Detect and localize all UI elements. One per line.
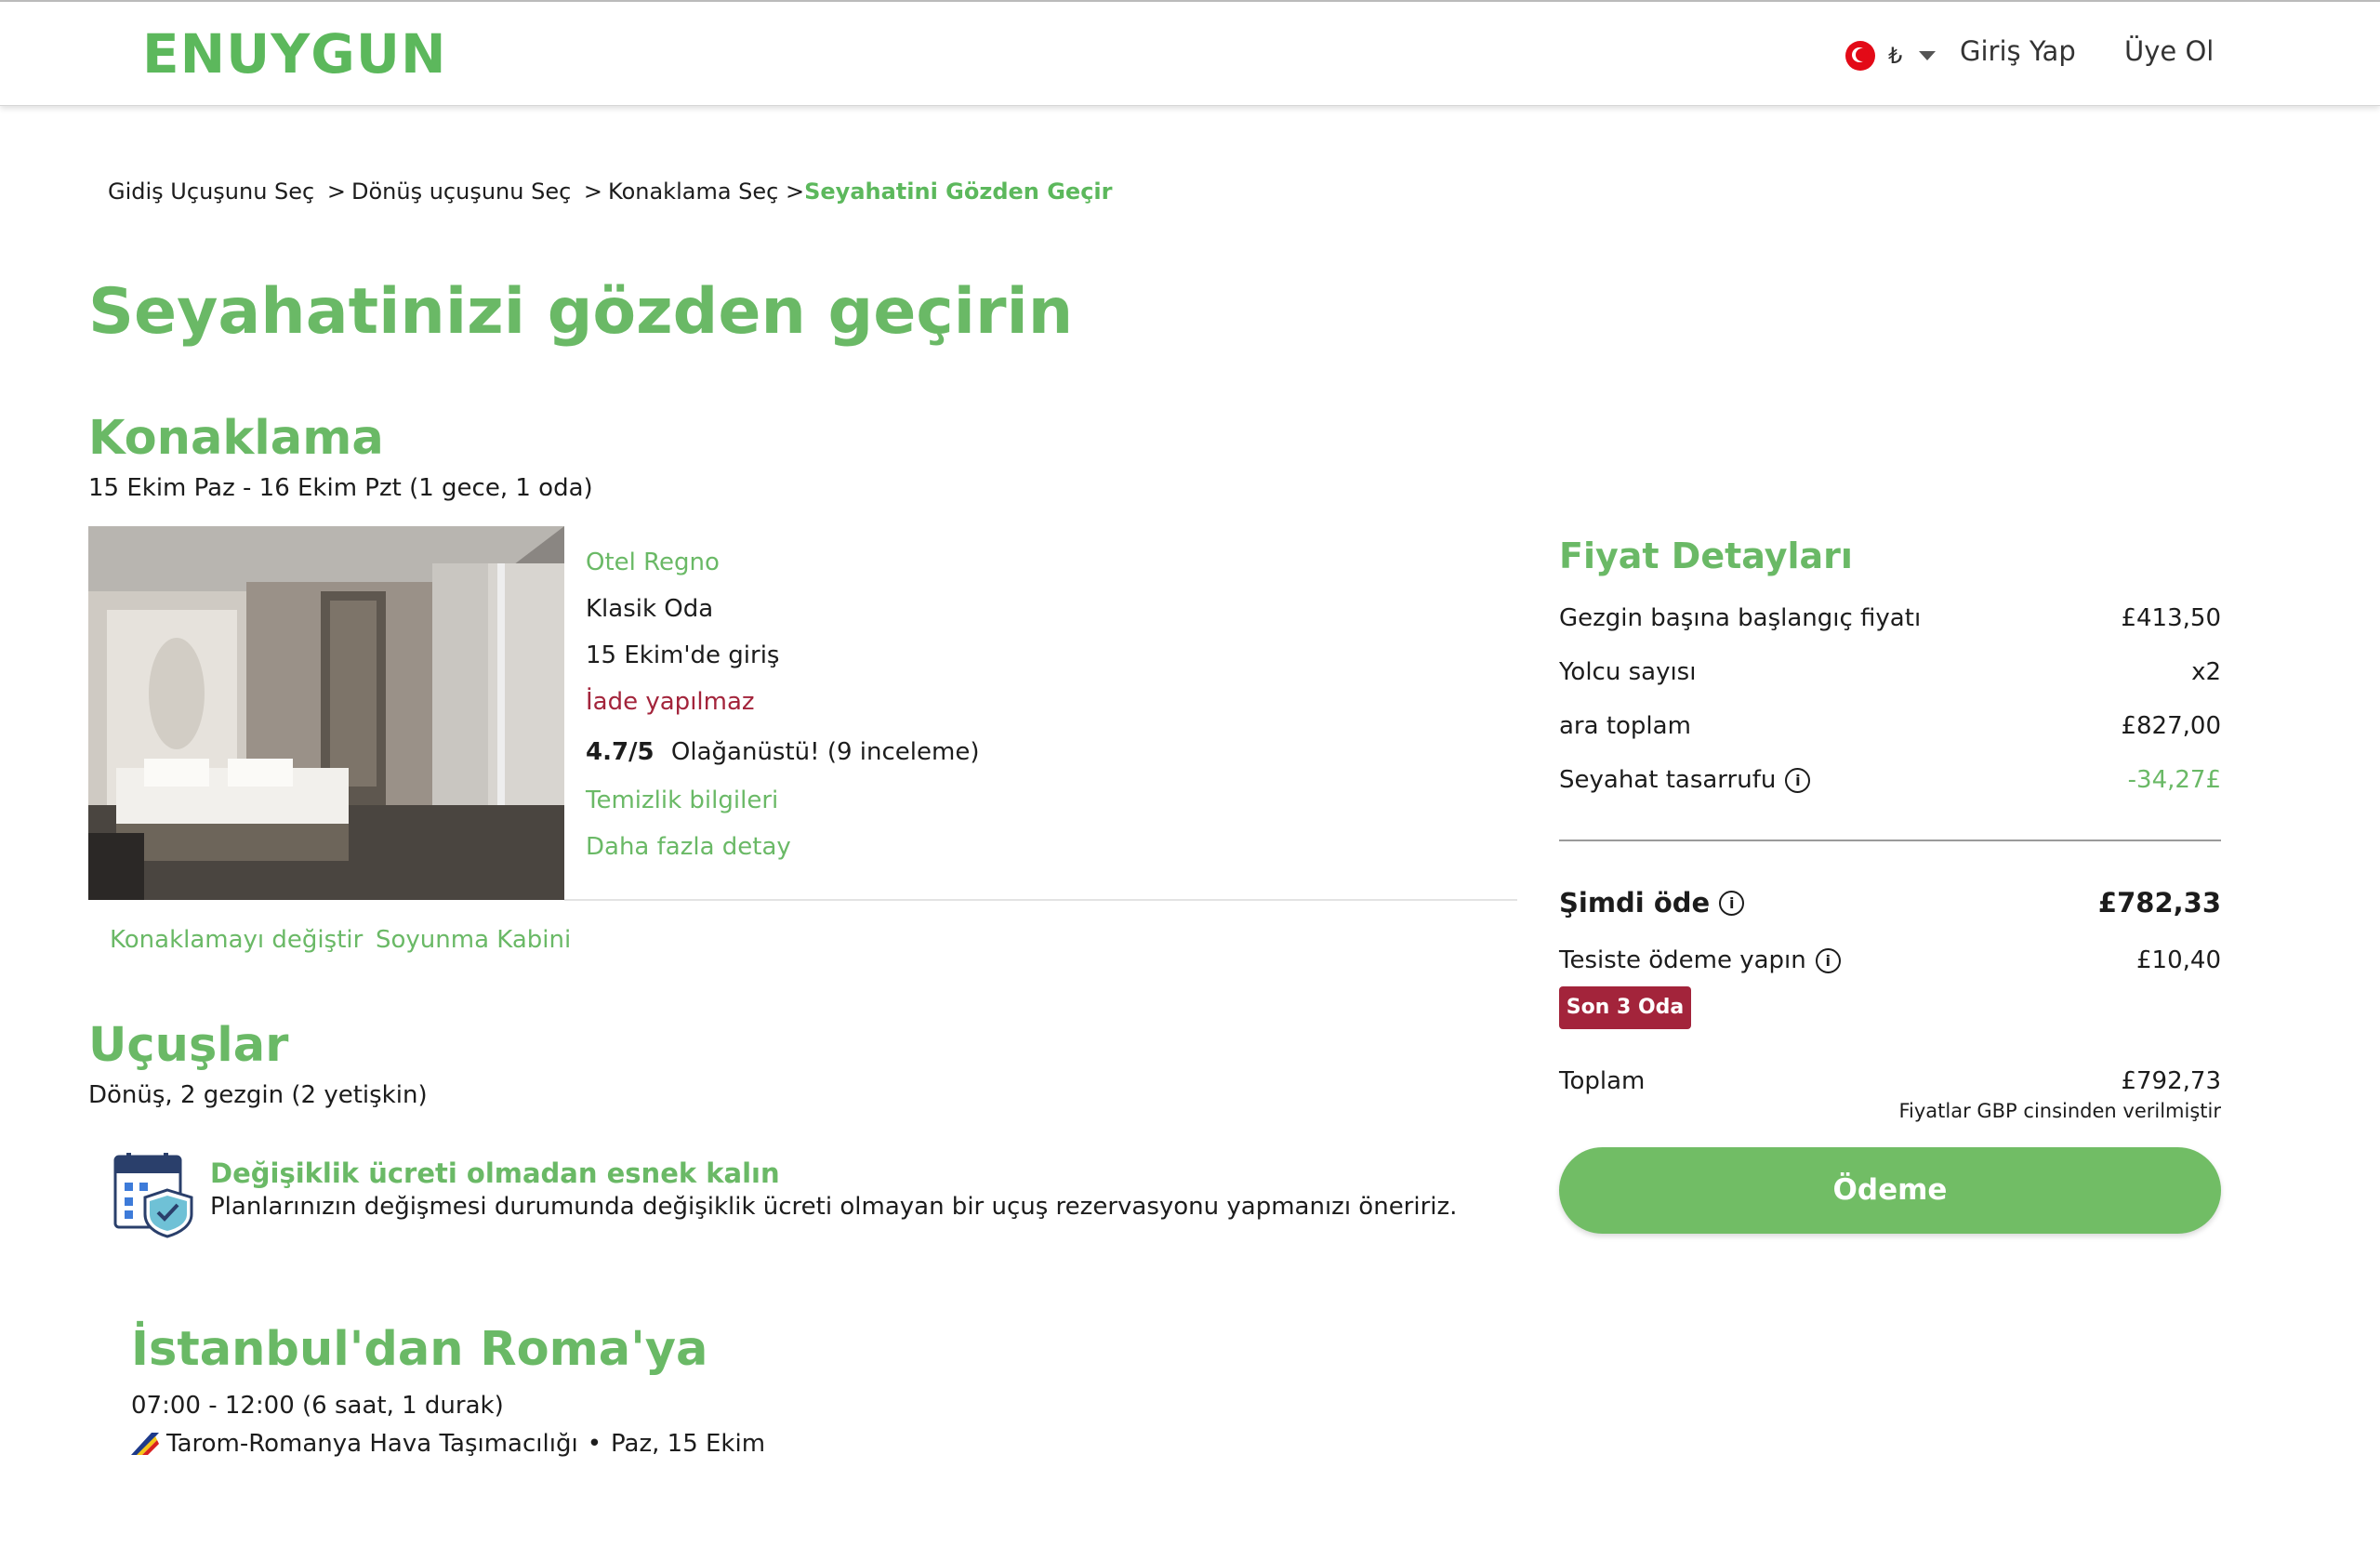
flex-notice-title: Değişiklik ücreti olmadan esnek kalın [210,1157,780,1189]
more-details-link[interactable]: Daha fazla detay [586,833,791,879]
accommodation-dates: 15 Ekim Paz - 16 Ekim Pzt (1 gece, 1 oda… [88,474,593,502]
hotel-room-photo[interactable] [88,526,564,900]
changing-room-link[interactable]: Soyunma Kabini [376,926,571,954]
breadcrumb-step-return[interactable]: Dönüş uçuşunu Seç [351,178,571,205]
language-currency-selector[interactable]: ₺ [1845,39,1937,73]
breadcrumb-step-review: Seyahatini Gözden Geçir [804,178,1113,205]
price-row-label: Yolcu sayısı [1559,658,1697,686]
price-row-label: ara toplam [1559,712,1691,740]
price-row-value: £413,50 [2121,604,2221,632]
page-title: Seyahatinizi gözden geçirin [88,275,1074,349]
rooms-left-badge: Son 3 Oda [1559,986,1691,1029]
flights-subtitle: Dönüş, 2 gezgin (2 yetişkin) [88,1081,428,1109]
turkey-flag-icon [1845,41,1875,71]
breadcrumb-separator: > [326,178,346,205]
checkin-date: 15 Ekim'de giriş [586,641,780,669]
currency-symbol: ₺ [1888,43,1903,69]
info-icon[interactable]: i [1815,947,1841,973]
total-value: £792,73 [2121,1067,2221,1095]
price-details-title: Fiyat Detayları [1559,536,1853,576]
info-icon[interactable]: i [1719,890,1745,916]
price-row-value: -34,27£ [2127,766,2221,794]
calendar-shield-icon [112,1153,197,1238]
airline-logo-icon [131,1433,159,1455]
flights-title: Uçuşlar [88,1018,289,1073]
flight-date: Paz, 15 Ekim [611,1430,766,1458]
rating-score: 4.7/5 [586,738,654,766]
breadcrumb: Gidiş Uçuşunu Seç > Dönüş uçuşunu Seç > Ko… [108,178,1112,205]
breadcrumb-separator: > [786,178,805,205]
price-row-value: £827,00 [2121,712,2221,740]
hotel-name[interactable]: Otel Regno [586,549,720,595]
cleaning-info-link[interactable]: Temizlik bilgileri [586,787,778,833]
breadcrumb-separator: > [583,178,603,205]
signup-link[interactable]: Üye Ol [2124,35,2214,67]
price-row-label: Seyahat tasarrufu [1559,766,1777,794]
site-logo[interactable]: ENUYGUN [142,22,447,86]
price-divider [1559,840,2221,841]
refund-policy: İade yapılmaz [586,688,755,716]
pay-now-label: Şimdi öde [1559,887,1711,919]
pay-now-value: £782,33 [2097,887,2221,919]
currency-note: Fiyatlar GBP cinsinden verilmiştir [1898,1100,2221,1122]
rating-text: Olağanüstü! (9 inceleme) [670,738,980,766]
bullet-separator: • [587,1430,602,1458]
site-header: ENUYGUN ₺ Giriş Yap Üye Ol [0,2,2380,106]
flex-notice-text: Planlarınızın değişmesi durumunda değişi… [210,1193,1458,1221]
room-type: Klasik Oda [586,595,714,623]
accommodation-divider [564,899,1517,901]
breadcrumb-step-outbound[interactable]: Gidiş Uçuşunu Seç [108,178,314,205]
login-link[interactable]: Giriş Yap [1960,35,2076,67]
chevron-down-icon [1919,51,1937,60]
price-row-value: x2 [2191,658,2221,686]
route-time: 07:00 - 12:00 (6 saat, 1 durak) [131,1392,504,1420]
price-row-label: Gezgin başına başlangıç fiyatı [1559,604,1922,632]
pay-at-property-value: £10,40 [2136,946,2221,974]
rating-line: 4.7/5 Olağanüstü! (9 inceleme) [586,738,979,785]
info-icon[interactable]: i [1785,767,1811,793]
total-label: Toplam [1559,1067,1646,1095]
change-accommodation-link[interactable]: Konaklamayı değiştir [110,926,363,954]
pay-at-property-label: Tesiste ödeme yapın [1559,946,1806,974]
breadcrumb-step-accommodation[interactable]: Konaklama Seç [608,178,778,205]
airline-name: Tarom-Romanya Hava Taşımacılığı [166,1430,578,1458]
accommodation-title: Konaklama [88,411,384,466]
checkout-button[interactable]: Ödeme [1559,1147,2221,1234]
route-title: İstanbul'dan Roma'ya [131,1322,708,1377]
airline-line: Tarom-Romanya Hava Taşımacılığı • Paz, 1… [131,1430,765,1458]
